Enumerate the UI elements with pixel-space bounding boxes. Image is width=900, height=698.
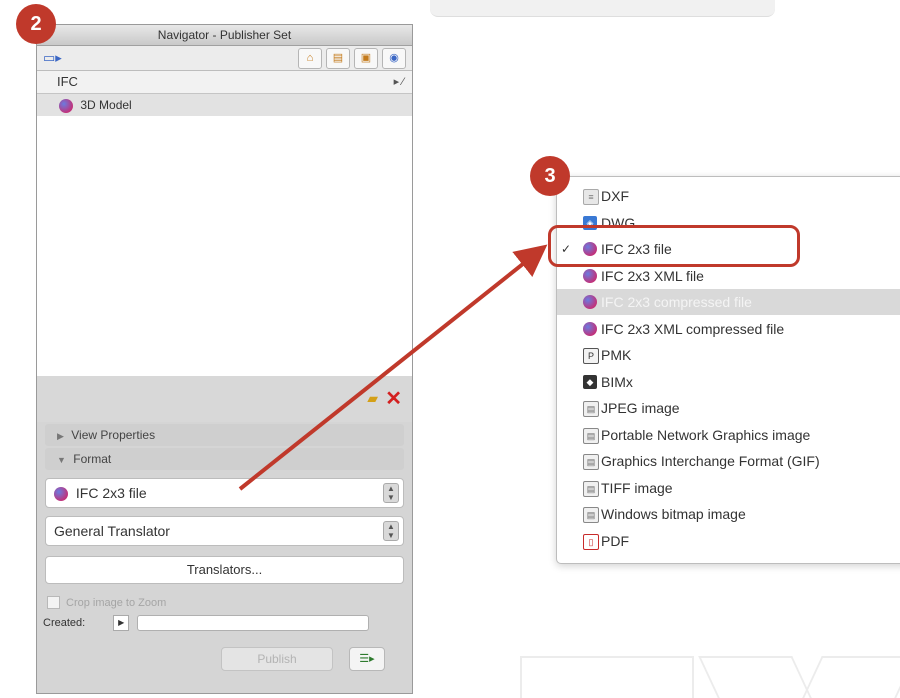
menu-item-windows-bitmap-image[interactable]: ▤ Windows bitmap image — [557, 501, 900, 527]
publish-button[interactable]: Publish — [221, 647, 333, 671]
created-row: Created: ▶ — [43, 615, 408, 631]
menu-item-portable-network-graphics-image[interactable]: ▤ Portable Network Graphics image — [557, 422, 900, 448]
ifc-icon — [583, 268, 597, 283]
selection-highlight — [548, 225, 800, 267]
pdf-icon: ▯ — [583, 533, 599, 550]
delete-icon[interactable]: ✕ — [385, 386, 402, 411]
menu-item-label: IFC 2x3 XML compressed file — [601, 320, 785, 337]
created-field[interactable] — [137, 615, 370, 631]
disclosure-down-icon: ▼ — [57, 455, 66, 465]
crop-checkbox[interactable] — [47, 596, 60, 609]
popup-arrows-icon: ▲ ▼ — [383, 521, 399, 541]
translator-select[interactable]: General Translator ▲ ▼ — [45, 516, 404, 546]
format-select[interactable]: IFC 2x3 file ▲ ▼ — [45, 478, 404, 508]
tree-tools: ▰ ✕ — [37, 376, 412, 422]
step-badge-3: 3 — [530, 156, 570, 196]
top-decorative-bar — [430, 0, 775, 17]
menu-item-label: Graphics Interchange Format (GIF) — [601, 453, 820, 469]
ifc-icon — [583, 321, 597, 336]
window-title: Navigator - Publisher Set — [37, 25, 412, 46]
watermark-shape — [520, 656, 694, 698]
dxf-icon: ≡ — [583, 189, 599, 205]
play-icon[interactable]: ▶ — [113, 615, 130, 631]
translators-button[interactable]: Translators... — [45, 556, 404, 584]
translator-select-value: General Translator — [54, 523, 170, 539]
pmk-icon: P — [583, 348, 599, 364]
step-badge-2: 2 — [16, 4, 56, 44]
bimx-icon: ◆ — [583, 374, 597, 389]
image-icon: ▤ — [583, 454, 599, 470]
menu-item-label: BIMx — [601, 373, 633, 390]
project-map-icon[interactable]: ⌂ — [298, 48, 322, 69]
new-folder-icon[interactable]: ▰ — [367, 390, 378, 407]
crop-label: Crop image to Zoom — [66, 596, 167, 609]
menu-item-label: PMK — [601, 347, 632, 363]
image-icon: ▤ — [583, 480, 599, 497]
ifc-icon — [54, 487, 68, 502]
format-section[interactable]: ▼ Format — [45, 448, 404, 470]
menu-item-label: PDF — [601, 532, 629, 549]
menu-item-ifc-2x3-xml-compressed-file[interactable]: IFC 2x3 XML compressed file — [557, 316, 900, 342]
crop-image-row[interactable]: Crop image to Zoom — [47, 596, 404, 609]
publisher-set-header[interactable]: IFC ▸ ⁄ — [37, 71, 412, 94]
header-options-icon[interactable]: ▸ ⁄ — [394, 71, 404, 93]
menu-item-bimx[interactable]: ◆ BIMx — [557, 369, 900, 395]
disclosure-right-icon: ▶ — [57, 431, 64, 441]
menu-item-label: IFC 2x3 compressed file — [601, 294, 752, 310]
menu-item-dxf[interactable]: ≡ DXF — [557, 183, 900, 209]
image-icon: ▤ — [583, 507, 599, 523]
publish-row: Publish ☰▸ — [37, 643, 412, 673]
image-icon: ▤ — [583, 427, 599, 444]
menu-item-label: TIFF image — [601, 479, 673, 496]
publisher-set-name: IFC — [57, 74, 78, 89]
menu-item-label: Portable Network Graphics image — [601, 426, 811, 443]
layout-book-icon[interactable]: ▣ — [354, 48, 378, 69]
menu-item-graphics-interchange-format-gif[interactable]: ▤ Graphics Interchange Format (GIF) — [557, 448, 900, 474]
document-popup-icon[interactable]: ▭▸ — [43, 50, 62, 66]
menu-item-tiff-image[interactable]: ▤ TIFF image — [557, 475, 900, 501]
section-label: Format — [73, 452, 112, 466]
ifc-icon — [583, 295, 597, 309]
watermark-shape — [698, 656, 812, 698]
navigator-panel: Navigator - Publisher Set ▭▸ ⌂ ▤ ▣ ◉ IFC… — [36, 24, 413, 694]
view-properties-section[interactable]: ▶ View Properties — [45, 424, 404, 446]
menu-item-label: DXF — [601, 188, 629, 204]
image-icon: ▤ — [583, 401, 599, 417]
publisher-tree: 3D Model — [37, 94, 412, 376]
menu-item-pmk[interactable]: P PMK — [557, 342, 900, 368]
publisher-sets-icon[interactable]: ◉ — [382, 48, 406, 69]
navigator-toolbar: ▭▸ ⌂ ▤ ▣ ◉ — [37, 46, 412, 71]
created-label: Created: — [43, 617, 86, 629]
ifc-icon — [59, 98, 73, 113]
format-select-value: IFC 2x3 file — [75, 485, 147, 501]
section-label: View Properties — [71, 428, 156, 442]
view-map-icon[interactable]: ▤ — [326, 48, 350, 69]
tree-item-3d-model[interactable]: 3D Model — [37, 94, 412, 116]
tree-item-label: 3D Model — [80, 98, 132, 112]
menu-item-label: JPEG image — [601, 400, 680, 416]
watermark-shape — [802, 656, 900, 698]
options-menu-icon[interactable]: ☰▸ — [349, 647, 385, 671]
menu-item-label: Windows bitmap image — [601, 506, 746, 522]
menu-item-ifc-2x3-compressed-file[interactable]: IFC 2x3 compressed file — [557, 289, 900, 315]
menu-item-pdf[interactable]: ▯ PDF — [557, 528, 900, 554]
menu-item-jpeg-image[interactable]: ▤ JPEG image — [557, 395, 900, 421]
popup-arrows-icon: ▲ ▼ — [383, 483, 399, 503]
